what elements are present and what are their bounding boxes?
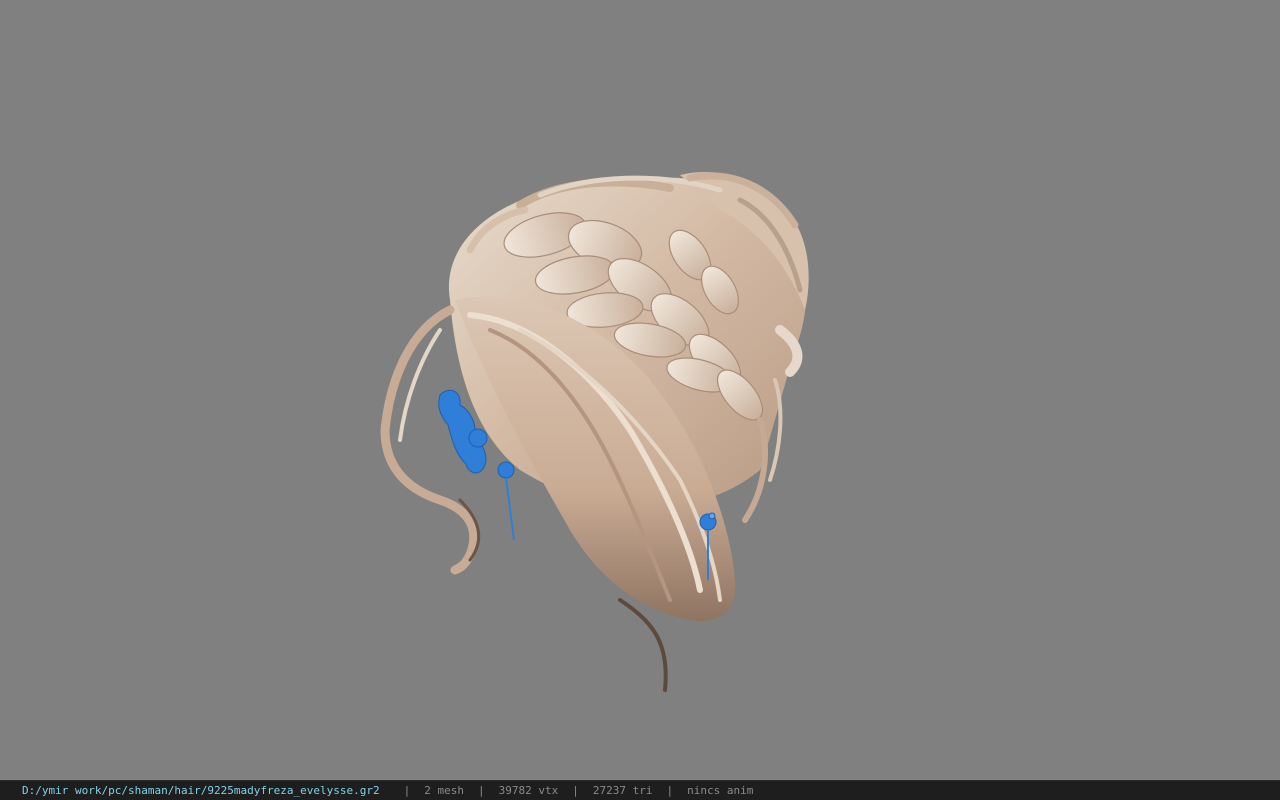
file-path: D:/ymir work/pc/shaman/hair/9225madyfrez… — [22, 783, 380, 797]
hair-model-render[interactable] — [0, 0, 1280, 780]
separator: | — [403, 783, 411, 797]
mesh-count: 2 mesh — [424, 783, 464, 797]
status-bar: D:/ymir work/pc/shaman/hair/9225madyfrez… — [0, 780, 1280, 800]
animation-status: nincs anim — [687, 783, 754, 797]
triangle-count: 27237 tri — [592, 783, 653, 797]
separator: | — [666, 783, 674, 797]
separator: | — [478, 783, 485, 797]
vertex-count: 39782 vtx — [498, 783, 559, 797]
separator: | — [572, 783, 579, 797]
3d-viewport[interactable] — [0, 0, 1280, 780]
